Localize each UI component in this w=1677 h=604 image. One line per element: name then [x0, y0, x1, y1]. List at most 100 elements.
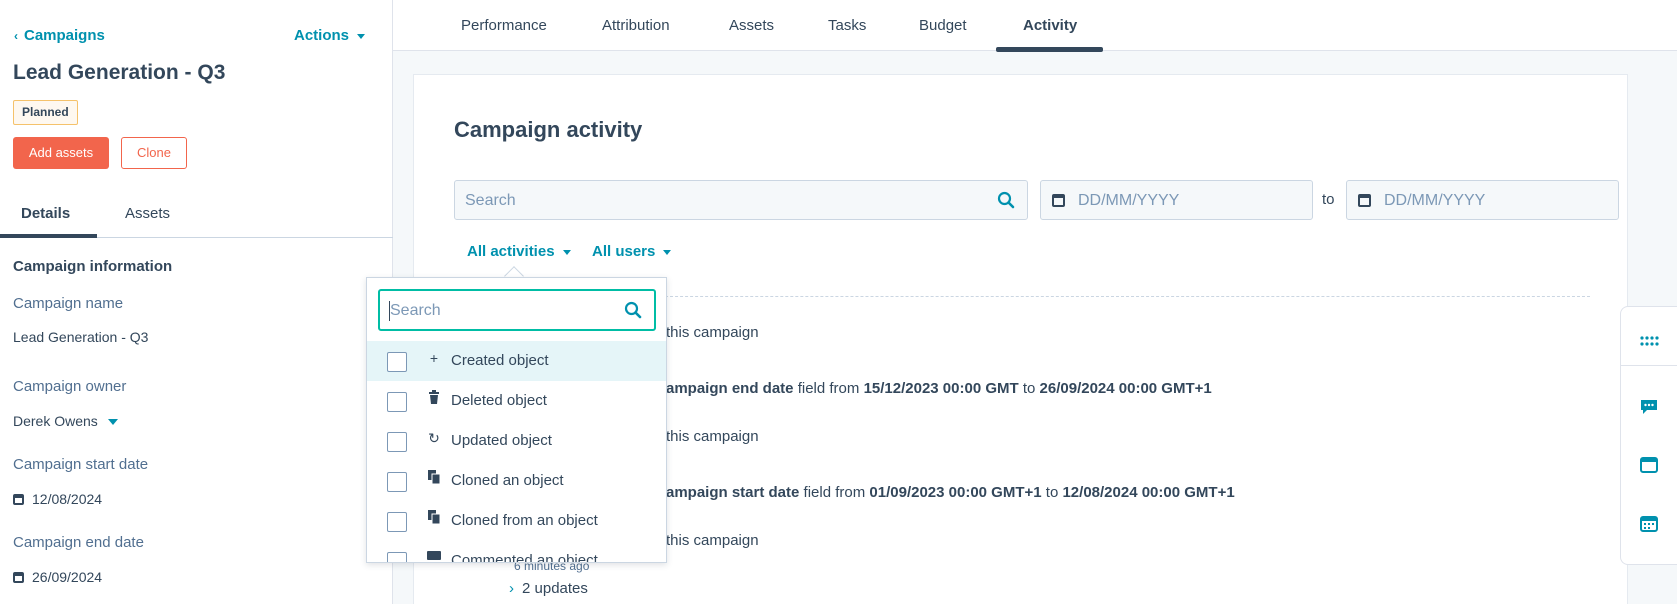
checkbox[interactable] [387, 552, 407, 562]
tab-assets[interactable]: Assets [729, 17, 774, 34]
tab-tasks[interactable]: Tasks [828, 17, 866, 34]
option-label: Cloned an object [451, 472, 564, 489]
status-badge: Planned [13, 100, 78, 125]
new-value: 26/09/2024 00:00 GMT+1 [1039, 380, 1212, 397]
campaign-end-value[interactable]: 26/09/2024 [13, 569, 102, 585]
window-icon[interactable] [1639, 455, 1659, 475]
field-name: ampaign start date [666, 484, 800, 501]
checkbox[interactable] [387, 512, 407, 532]
activity-search-input[interactable]: Search [454, 180, 1028, 220]
calendar-icon [1052, 194, 1065, 207]
new-value: 12/08/2024 00:00 GMT+1 [1062, 484, 1235, 501]
search-icon [624, 301, 642, 319]
checkbox[interactable] [387, 432, 407, 452]
tab-activity[interactable]: Activity [1023, 17, 1077, 34]
left-tabs: Details Assets [0, 190, 393, 238]
refresh-icon: ↻ [428, 430, 440, 446]
dropdown-search-input[interactable]: Search [378, 289, 656, 331]
date-to-input[interactable]: DD/MM/YYYY [1346, 180, 1619, 220]
caret-down-icon [663, 249, 672, 255]
option-label: Created object [451, 352, 549, 369]
feed-connector: to [1022, 380, 1036, 397]
chevron-left-icon: ‹ [14, 29, 18, 43]
campaign-start-label: Campaign start date [13, 456, 149, 473]
campaign-end-label: Campaign end date [13, 534, 144, 551]
caret-down-icon [107, 419, 118, 426]
option-created-object[interactable]: + Created object [367, 341, 666, 381]
option-updated-object[interactable]: ↻ Updated object [367, 421, 666, 461]
card-title: Campaign activity [454, 117, 643, 142]
text-cursor [389, 301, 390, 321]
chat-icon[interactable] [1639, 397, 1659, 417]
calendar-icon [1358, 194, 1371, 207]
feed-divider [650, 296, 1590, 297]
active-tab-indicator [996, 47, 1103, 52]
left-panel: ‹ Campaigns Actions Lead Generation - Q3 … [0, 0, 393, 604]
option-deleted-object[interactable]: Deleted object [367, 381, 666, 421]
tab-assets[interactable]: Assets [125, 205, 170, 222]
feed-connector: field from [803, 484, 866, 501]
feed-item-text: ampaign start date field from 01/09/2023… [666, 484, 1235, 501]
campaign-start-value[interactable]: 12/08/2024 [13, 491, 102, 507]
comment-icon [427, 550, 441, 562]
option-commented-an-object[interactable]: Commented an object [367, 541, 666, 563]
all-activities-filter[interactable]: All activities [467, 243, 571, 260]
field-name: ampaign end date [666, 380, 794, 397]
old-value: 01/09/2023 00:00 GMT+1 [869, 484, 1042, 501]
checkbox[interactable] [387, 392, 407, 412]
start-date: 12/08/2024 [32, 491, 103, 507]
trash-icon [427, 390, 441, 407]
date-from-input[interactable]: DD/MM/YYYY [1040, 180, 1313, 220]
app: ‹ Campaigns Actions Lead Generation - Q3 … [0, 0, 1677, 604]
feed-item-text: this campaign [666, 532, 759, 549]
expand-updates-toggle[interactable]: › 2 updates [509, 580, 588, 597]
old-value: 15/12/2023 00:00 GMT [863, 380, 1019, 397]
feed-item-text: this campaign [666, 428, 759, 445]
top-tabs: Performance Attribution Assets Tasks Bud… [393, 0, 1677, 52]
checkbox[interactable] [387, 352, 407, 372]
updates-label: 2 updates [522, 580, 588, 597]
option-cloned-an-object[interactable]: Cloned an object [367, 461, 666, 501]
feed-item-text: this campaign [666, 324, 759, 341]
feed-item-text: ampaign end date field from 15/12/2023 0… [666, 380, 1212, 397]
feed-connector: field from [797, 380, 860, 397]
option-label: Deleted object [451, 392, 547, 409]
plus-icon: + [429, 350, 439, 366]
checkbox[interactable] [387, 472, 407, 492]
all-users-filter[interactable]: All users [592, 243, 672, 260]
copy-icon [427, 470, 441, 487]
campaign-name-value[interactable]: Lead Generation - Q3 [13, 329, 148, 345]
section-title: Campaign information [13, 258, 173, 275]
grid-apps-icon[interactable] [1639, 331, 1659, 351]
filter-label: All users [592, 243, 656, 260]
option-label: Cloned from an object [451, 512, 598, 529]
back-label: Campaigns [24, 27, 105, 44]
tab-details[interactable]: Details [21, 205, 70, 222]
option-label: Commented an object [451, 552, 598, 563]
owner-value: Derek Owens [13, 413, 98, 429]
option-cloned-from-an-object[interactable]: Cloned from an object [367, 501, 666, 541]
end-date: 26/09/2024 [32, 569, 103, 585]
campaign-owner-select[interactable]: Derek Owens [13, 413, 118, 429]
calendar-icon[interactable] [1639, 513, 1659, 533]
caret-down-icon [562, 249, 571, 255]
search-placeholder: Search [465, 192, 516, 209]
active-tab-indicator [0, 234, 97, 238]
feed-connector: to [1045, 484, 1059, 501]
clone-button[interactable]: Clone [121, 137, 187, 169]
tab-performance[interactable]: Performance [461, 17, 547, 34]
actions-menu[interactable]: Actions [294, 27, 366, 44]
date-from-placeholder: DD/MM/YYYY [1078, 192, 1180, 209]
caret-down-icon [357, 33, 366, 39]
copy-icon [427, 510, 441, 527]
add-assets-button[interactable]: Add assets [13, 137, 109, 169]
tab-budget[interactable]: Budget [919, 17, 967, 34]
search-icon [997, 191, 1015, 209]
dropdown-search-placeholder: Search [390, 302, 441, 319]
calendar-icon [13, 572, 24, 583]
back-to-campaigns-link[interactable]: ‹ Campaigns [14, 27, 105, 44]
date-range-to-label: to [1322, 191, 1335, 208]
page-title: Lead Generation - Q3 [13, 61, 226, 84]
tab-attribution[interactable]: Attribution [602, 17, 670, 34]
chevron-right-icon: › [509, 580, 514, 597]
